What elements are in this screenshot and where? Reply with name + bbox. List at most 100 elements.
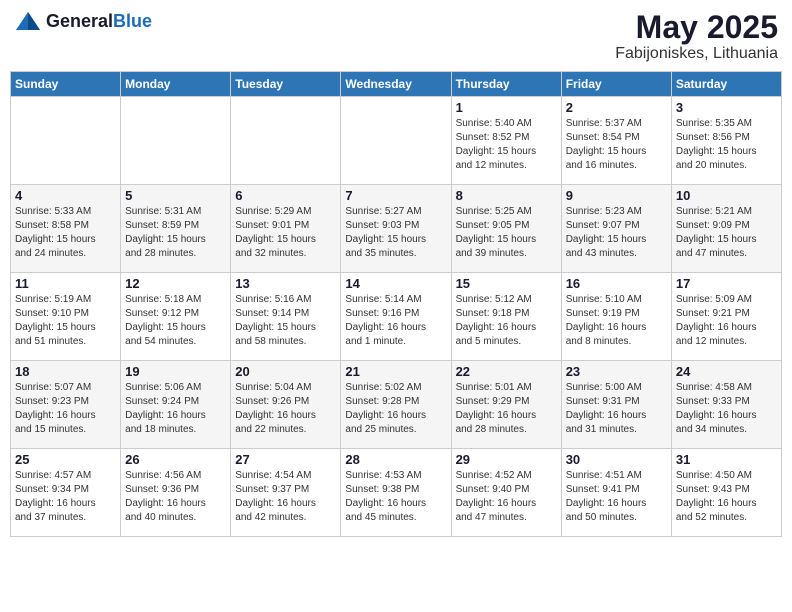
- calendar-day-cell: 17Sunrise: 5:09 AM Sunset: 9:21 PM Dayli…: [671, 273, 781, 361]
- calendar-day-cell: 7 Sunrise: 5:27 AM Sunset: 9:03 PM Daylig…: [341, 185, 451, 273]
- day-number: 13: [235, 276, 336, 291]
- day-info: Sunrise: 5:21 AM Sunset: 9:09 PM Dayligh…: [676, 205, 777, 261]
- day-number: 27: [235, 452, 336, 467]
- calendar-day-cell: 29 Sunrise: 4:52 AM Sunset: 9:40 PM Dayli…: [451, 449, 561, 537]
- day-info: Sunrise: 5:23 AM Sunset: 9:07 PM Dayligh…: [566, 205, 667, 261]
- day-info: Sunrise: 5:16 AM Sunset: 9:14 PM Dayligh…: [235, 293, 336, 349]
- day-info: Sunrise: 5:00 AM Sunset: 9:31 PM Dayligh…: [566, 381, 667, 437]
- day-number: 19: [125, 364, 226, 379]
- calendar-day-cell: 19 Sunrise: 5:06 AM Sunset: 9:24 PM Dayli…: [121, 361, 231, 449]
- calendar-day-cell: 15Sunrise: 5:12 AM Sunset: 9:18 PM Dayli…: [451, 273, 561, 361]
- day-info: Sunrise: 5:27 AM Sunset: 9:03 PM Dayligh…: [345, 205, 446, 261]
- day-number: 28: [345, 452, 446, 467]
- calendar-day-cell: 5 Sunrise: 5:31 AM Sunset: 8:59 PM Daylig…: [121, 185, 231, 273]
- calendar-day-cell: 9 Sunrise: 5:23 AM Sunset: 9:07 PM Daylig…: [561, 185, 671, 273]
- calendar-day-cell: 8 Sunrise: 5:25 AM Sunset: 9:05 PM Daylig…: [451, 185, 561, 273]
- day-number: 26: [125, 452, 226, 467]
- calendar-day-cell: 6 Sunrise: 5:29 AM Sunset: 9:01 PM Daylig…: [231, 185, 341, 273]
- calendar-day-cell: 12 Sunrise: 5:18 AM Sunset: 9:12 PM Dayli…: [121, 273, 231, 361]
- day-number: 11: [15, 276, 116, 291]
- calendar-week-row: 18 Sunrise: 5:07 AM Sunset: 9:23 PM Dayli…: [11, 361, 782, 449]
- day-info: Sunrise: 5:25 AM Sunset: 9:05 PM Dayligh…: [456, 205, 557, 261]
- calendar-day-cell: 13 Sunrise: 5:16 AM Sunset: 9:14 PM Dayli…: [231, 273, 341, 361]
- day-info: Sunrise: 5:18 AM Sunset: 9:12 PM Dayligh…: [125, 293, 226, 349]
- month-title: May 2025: [615, 10, 778, 45]
- calendar-day-cell: 22 Sunrise: 5:01 AM Sunset: 9:29 PM Dayli…: [451, 361, 561, 449]
- logo-icon: [14, 10, 42, 32]
- day-number: 25: [15, 452, 116, 467]
- calendar-day-cell: 31Sunrise: 4:50 AM Sunset: 9:43 PM Dayli…: [671, 449, 781, 537]
- day-number: 29: [456, 452, 557, 467]
- day-number: 20: [235, 364, 336, 379]
- calendar-day-cell: 27 Sunrise: 4:54 AM Sunset: 9:37 PM Dayli…: [231, 449, 341, 537]
- day-number: 8: [456, 188, 557, 203]
- calendar-body: 1 Sunrise: 5:40 AM Sunset: 8:52 PM Daylig…: [11, 97, 782, 537]
- day-info: Sunrise: 4:54 AM Sunset: 9:37 PM Dayligh…: [235, 469, 336, 525]
- calendar-day-cell: 1 Sunrise: 5:40 AM Sunset: 8:52 PM Daylig…: [451, 97, 561, 185]
- weekday-header-row: SundayMondayTuesdayWednesdayThursdayFrid…: [11, 72, 782, 97]
- day-number: 2: [566, 100, 667, 115]
- day-number: 14: [345, 276, 446, 291]
- calendar-table: SundayMondayTuesdayWednesdayThursdayFrid…: [10, 71, 782, 537]
- calendar-week-row: 25 Sunrise: 4:57 AM Sunset: 9:34 PM Dayli…: [11, 449, 782, 537]
- day-info: Sunrise: 5:10 AM Sunset: 9:19 PM Dayligh…: [566, 293, 667, 349]
- calendar-day-cell: 25 Sunrise: 4:57 AM Sunset: 9:34 PM Dayli…: [11, 449, 121, 537]
- day-info: Sunrise: 5:06 AM Sunset: 9:24 PM Dayligh…: [125, 381, 226, 437]
- day-info: Sunrise: 4:57 AM Sunset: 9:34 PM Dayligh…: [15, 469, 116, 525]
- weekday-header-cell: Saturday: [671, 72, 781, 97]
- weekday-header-cell: Friday: [561, 72, 671, 97]
- day-info: Sunrise: 4:53 AM Sunset: 9:38 PM Dayligh…: [345, 469, 446, 525]
- day-info: Sunrise: 5:02 AM Sunset: 9:28 PM Dayligh…: [345, 381, 446, 437]
- day-info: Sunrise: 5:31 AM Sunset: 8:59 PM Dayligh…: [125, 205, 226, 261]
- calendar-week-row: 11 Sunrise: 5:19 AM Sunset: 9:10 PM Dayli…: [11, 273, 782, 361]
- day-info: Sunrise: 4:52 AM Sunset: 9:40 PM Dayligh…: [456, 469, 557, 525]
- day-info: Sunrise: 5:12 AM Sunset: 9:18 PM Dayligh…: [456, 293, 557, 349]
- day-number: 22: [456, 364, 557, 379]
- calendar-day-cell: 20 Sunrise: 5:04 AM Sunset: 9:26 PM Dayli…: [231, 361, 341, 449]
- calendar-day-cell: 11 Sunrise: 5:19 AM Sunset: 9:10 PM Dayli…: [11, 273, 121, 361]
- calendar-day-cell: [121, 97, 231, 185]
- title-block: May 2025 Fabijoniskes, Lithuania: [615, 10, 778, 63]
- weekday-header-cell: Sunday: [11, 72, 121, 97]
- calendar-day-cell: 21Sunrise: 5:02 AM Sunset: 9:28 PM Dayli…: [341, 361, 451, 449]
- calendar-week-row: 1 Sunrise: 5:40 AM Sunset: 8:52 PM Daylig…: [11, 97, 782, 185]
- weekday-header-cell: Monday: [121, 72, 231, 97]
- day-info: Sunrise: 5:35 AM Sunset: 8:56 PM Dayligh…: [676, 117, 777, 173]
- day-number: 3: [676, 100, 777, 115]
- day-number: 12: [125, 276, 226, 291]
- day-info: Sunrise: 5:37 AM Sunset: 8:54 PM Dayligh…: [566, 117, 667, 173]
- weekday-header-cell: Thursday: [451, 72, 561, 97]
- day-info: Sunrise: 5:01 AM Sunset: 9:29 PM Dayligh…: [456, 381, 557, 437]
- calendar-day-cell: [11, 97, 121, 185]
- day-number: 4: [15, 188, 116, 203]
- day-info: Sunrise: 5:29 AM Sunset: 9:01 PM Dayligh…: [235, 205, 336, 261]
- day-number: 31: [676, 452, 777, 467]
- calendar-day-cell: 26 Sunrise: 4:56 AM Sunset: 9:36 PM Dayli…: [121, 449, 231, 537]
- day-info: Sunrise: 5:04 AM Sunset: 9:26 PM Dayligh…: [235, 381, 336, 437]
- location-title: Fabijoniskes, Lithuania: [615, 45, 778, 63]
- day-info: Sunrise: 4:51 AM Sunset: 9:41 PM Dayligh…: [566, 469, 667, 525]
- day-number: 7: [345, 188, 446, 203]
- day-info: Sunrise: 5:07 AM Sunset: 9:23 PM Dayligh…: [15, 381, 116, 437]
- logo: GeneralBlue: [14, 10, 152, 32]
- calendar-day-cell: 4Sunrise: 5:33 AM Sunset: 8:58 PM Daylig…: [11, 185, 121, 273]
- day-number: 16: [566, 276, 667, 291]
- day-number: 18: [15, 364, 116, 379]
- day-info: Sunrise: 4:58 AM Sunset: 9:33 PM Dayligh…: [676, 381, 777, 437]
- calendar-day-cell: 14Sunrise: 5:14 AM Sunset: 9:16 PM Dayli…: [341, 273, 451, 361]
- day-number: 1: [456, 100, 557, 115]
- day-info: Sunrise: 5:19 AM Sunset: 9:10 PM Dayligh…: [15, 293, 116, 349]
- day-info: Sunrise: 4:56 AM Sunset: 9:36 PM Dayligh…: [125, 469, 226, 525]
- day-info: Sunrise: 5:40 AM Sunset: 8:52 PM Dayligh…: [456, 117, 557, 173]
- day-number: 6: [235, 188, 336, 203]
- day-number: 5: [125, 188, 226, 203]
- calendar-day-cell: 30Sunrise: 4:51 AM Sunset: 9:41 PM Dayli…: [561, 449, 671, 537]
- weekday-header-cell: Tuesday: [231, 72, 341, 97]
- calendar-day-cell: 10Sunrise: 5:21 AM Sunset: 9:09 PM Dayli…: [671, 185, 781, 273]
- weekday-header-cell: Wednesday: [341, 72, 451, 97]
- calendar-week-row: 4Sunrise: 5:33 AM Sunset: 8:58 PM Daylig…: [11, 185, 782, 273]
- calendar-day-cell: 24Sunrise: 4:58 AM Sunset: 9:33 PM Dayli…: [671, 361, 781, 449]
- calendar-day-cell: 16 Sunrise: 5:10 AM Sunset: 9:19 PM Dayli…: [561, 273, 671, 361]
- day-number: 9: [566, 188, 667, 203]
- logo-blue-text: Blue: [113, 11, 152, 31]
